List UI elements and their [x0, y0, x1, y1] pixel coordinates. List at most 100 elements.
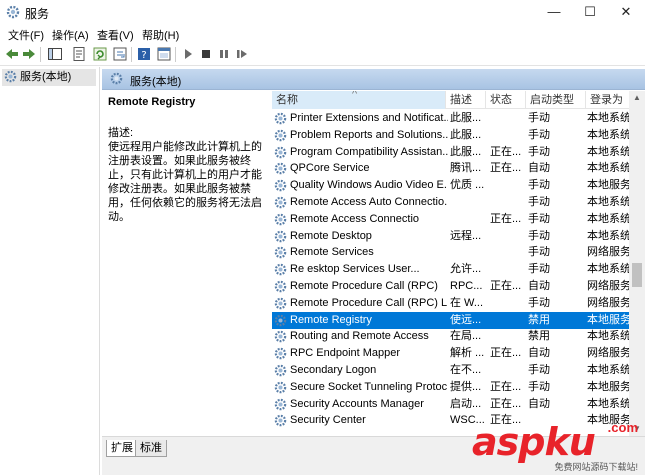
table-row[interactable]: Secondary Logon 在不... 手动 本地系统: [272, 362, 629, 379]
service-status-cell: 正在...: [490, 380, 522, 393]
table-row[interactable]: Program Compatibility Assistan... 此服... 正在…: [272, 144, 629, 161]
refresh-icon[interactable]: [92, 46, 108, 62]
service-startup-cell: 自动: [528, 397, 550, 410]
toolbar: ?: [0, 43, 645, 66]
column-header-startup-type[interactable]: 启动类型: [526, 91, 586, 109]
service-name-cell: Security Accounts Manager: [274, 396, 448, 413]
service-logon-cell: 本地系统: [587, 162, 629, 175]
service-logon-cell: 网络服务: [587, 296, 629, 309]
service-description-cell: [450, 211, 486, 228]
menu-view[interactable]: 查看(V): [97, 27, 134, 43]
service-gear-icon: [274, 129, 287, 144]
table-row[interactable]: QPCore Service 腾讯... 正在... 自动 本地系统: [272, 160, 629, 177]
service-logon-cell: 本地系统: [587, 364, 629, 376]
menu-file[interactable]: 文件(F): [8, 27, 44, 43]
export-list-icon[interactable]: [112, 46, 128, 62]
scroll-up-arrow-icon[interactable]: ▲: [629, 93, 645, 102]
stop-service-icon[interactable]: [198, 46, 214, 62]
service-startup-cell: 禁用: [528, 313, 550, 326]
title-bar: 服务 — ☐ ✕: [0, 0, 645, 24]
table-row[interactable]: Remote Desktop 远程... 手动 本地系统: [272, 228, 629, 245]
service-startup-cell: 手动: [528, 128, 550, 141]
table-row[interactable]: Printer Extensions and Notificat... 此服...…: [272, 110, 629, 127]
service-status-cell: [490, 127, 526, 144]
table-row[interactable]: Remote Access Connectio 正在... 手动 本地系统: [272, 211, 629, 228]
service-logon-cell: 网络服务: [587, 246, 629, 259]
services-gear-icon: [6, 5, 20, 22]
table-row[interactable]: Quality Windows Audio Video E... 优质 ... 手动…: [272, 177, 629, 194]
column-header-status[interactable]: 状态: [486, 91, 526, 109]
table-row[interactable]: Remote Access Auto Connectio... 手动 本地系统: [272, 194, 629, 211]
pause-service-icon[interactable]: [216, 46, 232, 62]
service-name-cell: Quality Windows Audio Video E...: [274, 177, 448, 194]
table-row[interactable]: Problem Reports and Solutions... 此服... 手动 本…: [272, 127, 629, 144]
service-gear-icon: [274, 414, 287, 429]
service-description-cell: 解析 ...: [450, 347, 485, 360]
properties-sheet-icon[interactable]: [71, 46, 87, 62]
service-status-cell: [490, 312, 526, 329]
service-status-cell: [490, 177, 526, 194]
service-gear-icon: [274, 347, 287, 362]
service-name: QPCore Service: [290, 162, 370, 175]
service-status-cell: [490, 295, 526, 312]
service-startup-cell: 手动: [528, 112, 550, 124]
service-description-cell: 此服...: [450, 112, 482, 124]
menu-action[interactable]: 操作(A): [52, 27, 89, 43]
service-gear-icon: [274, 297, 287, 312]
service-startup-cell: 手动: [528, 229, 550, 242]
service-status-cell: [490, 328, 526, 345]
tab-extended[interactable]: 扩展: [106, 440, 138, 457]
service-description-cell: RPC...: [450, 280, 483, 292]
maximize-button[interactable]: ☐: [572, 0, 608, 24]
service-name-cell: Remote Procedure Call (RPC) L...: [274, 295, 448, 312]
tab-standard[interactable]: 标准: [135, 440, 167, 457]
service-startup-cell: 手动: [528, 380, 550, 393]
service-name: Secondary Logon: [290, 364, 377, 376]
table-row[interactable]: Remote Procedure Call (RPC) RPC... 正在... 自动…: [272, 278, 629, 295]
service-gear-icon: [274, 213, 287, 228]
help-icon[interactable]: ?: [136, 46, 152, 62]
table-row[interactable]: Secure Socket Tunneling Protoc... 提供... 正在…: [272, 379, 629, 396]
table-row[interactable]: Routing and Remote Access 在局... 禁用 本地系统: [272, 328, 629, 345]
table-row[interactable]: Remote Registry 使远... 禁用 本地服务: [272, 311, 629, 329]
forward-arrow-icon[interactable]: [21, 46, 37, 62]
menu-help[interactable]: 帮助(H): [142, 27, 179, 43]
service-logon-cell: 本地系统: [587, 112, 629, 124]
toolbar-divider: [131, 47, 132, 62]
table-row[interactable]: RPC Endpoint Mapper 解析 ... 正在... 自动 网络服务: [272, 345, 629, 362]
service-description-cell: 远程...: [450, 229, 482, 242]
table-row[interactable]: Remote Procedure Call (RPC) L... 在 W... 手动…: [272, 295, 629, 312]
services-gear-icon: [110, 72, 123, 88]
tree-item-services-local[interactable]: 服务(本地): [2, 69, 96, 86]
service-name-cell: Secure Socket Tunneling Protoc...: [274, 379, 448, 396]
minimize-button[interactable]: —: [536, 0, 572, 24]
service-description-cell: [450, 244, 486, 261]
table-row[interactable]: Remote Services 手动 网络服务: [272, 244, 629, 261]
service-gear-icon: [274, 263, 287, 278]
scrollbar-thumb[interactable]: [632, 263, 642, 287]
close-button[interactable]: ✕: [608, 0, 644, 24]
sort-caret-icon: ^: [352, 91, 358, 100]
services-list: 名称 ^ 描述 状态 启动类型 登录为 Printer Extensions an…: [272, 91, 645, 436]
service-description-cell: 腾讯...: [450, 162, 482, 175]
vertical-scrollbar[interactable]: ▲ ▼: [629, 91, 645, 436]
console-tree-icon[interactable]: [47, 46, 63, 62]
show-hide-pane-icon[interactable]: [156, 46, 172, 62]
service-status-cell: 正在...: [490, 212, 522, 225]
service-name-cell: Remote Registry: [274, 312, 448, 329]
service-name: Problem Reports and Solutions...: [290, 128, 448, 141]
restart-service-icon[interactable]: [234, 46, 250, 62]
pane-header-title: 服务(本地): [130, 76, 182, 88]
table-row[interactable]: Re esktop Services User... 允许... 手动 本地系统: [272, 261, 629, 278]
back-arrow-icon[interactable]: [4, 46, 20, 62]
service-logon-cell: 本地服务: [587, 313, 629, 326]
column-header-name[interactable]: 名称 ^: [272, 91, 446, 109]
table-row[interactable]: Security Accounts Manager 启动... 正在... 自动 本地系…: [272, 396, 629, 413]
service-status-cell: [490, 244, 526, 261]
column-header-description[interactable]: 描述: [446, 91, 486, 109]
start-service-icon[interactable]: [180, 46, 196, 62]
service-status-cell: [490, 261, 526, 278]
service-name: Remote Services: [290, 246, 374, 259]
toolbar-divider: [175, 47, 176, 62]
service-startup-cell: 手动: [528, 296, 550, 309]
